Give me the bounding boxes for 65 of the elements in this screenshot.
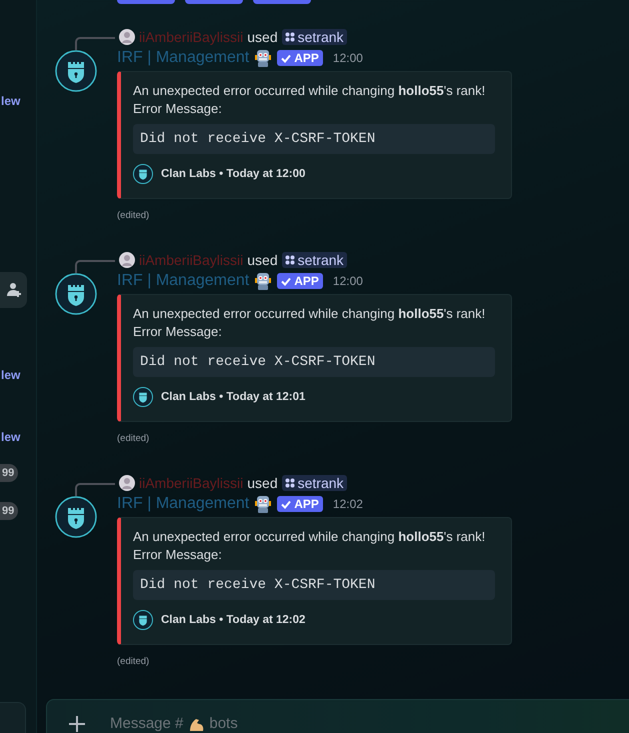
reply-line [75,482,115,496]
shield-icon [133,387,153,407]
action-button[interactable] [117,0,175,4]
reply-text: used [247,475,278,491]
command-icon [284,32,295,42]
shield-avatar[interactable] [55,496,97,538]
add-friend-button[interactable] [0,272,27,308]
embed-description: An unexpected error occurred while changing hollo55's rank! [133,82,486,100]
input-placeholder: Message # [110,715,184,732]
add-user-icon [6,282,22,298]
robot-icon [253,48,274,68]
edited-label: (edited) [117,210,150,221]
command-mention[interactable]: setrank [282,252,347,268]
embed-footer: Clan Labs • Today at 12:02 [161,614,306,626]
edited-label: (edited) [117,433,150,444]
avatar-icon [119,29,135,45]
author-name[interactable]: IRF | Management [117,49,250,67]
check-icon [281,500,292,508]
new-link[interactable]: lew [1,430,20,444]
reply-text: used [247,29,278,45]
embed-label: Error Message: [133,323,222,341]
message-input[interactable]: Message # bots [46,699,629,733]
shield-avatar[interactable] [55,50,97,92]
command-icon [284,255,295,265]
timestamp: 12:00 [332,51,363,65]
avatar-icon [119,475,135,491]
plus-icon [68,715,86,733]
action-button[interactable] [185,0,243,4]
embed-footer: Clan Labs • Today at 12:01 [161,391,306,403]
action-button[interactable] [253,0,311,4]
app-badge: APP [277,273,323,289]
embed-footer: Clan Labs • Today at 12:00 [161,168,306,180]
command-icon [284,478,295,488]
channel-name: bots [209,715,238,732]
robot-icon [253,271,274,291]
code-block: Did not receive X-CSRF-TOKEN [133,570,495,600]
shield-icon [133,610,153,630]
embed-label: Error Message: [133,546,222,564]
avatar-icon [119,252,135,268]
code-block: Did not receive X-CSRF-TOKEN [133,347,495,377]
reply-line [75,259,115,273]
count-badge: 99 [0,464,18,482]
timestamp: 12:00 [332,274,363,288]
app-badge: APP [277,496,323,512]
new-link[interactable]: lew [1,94,20,108]
code-block: Did not receive X-CSRF-TOKEN [133,124,495,154]
author-name[interactable]: IRF | Management [117,272,250,290]
check-icon [281,276,292,286]
command-mention[interactable]: setrank [282,475,347,491]
robot-icon [253,494,274,514]
embed-label: Error Message: [133,100,222,118]
new-link[interactable]: lew [1,368,20,382]
reply-text: used [247,252,278,268]
shield-avatar[interactable] [55,273,97,315]
author-name[interactable]: IRF | Management [117,495,250,513]
edited-label: (edited) [117,656,150,667]
count-badge: 99 [0,502,18,520]
shield-icon [133,164,153,184]
check-icon [281,54,292,62]
reply-line [75,36,115,50]
embed-description: An unexpected error occurred while changing hollo55's rank! [133,305,486,323]
timestamp: 12:02 [332,497,363,511]
embed-description: An unexpected error occurred while changing hollo55's rank! [133,528,486,546]
command-mention[interactable]: setrank [282,29,347,45]
app-badge: APP [277,50,323,66]
